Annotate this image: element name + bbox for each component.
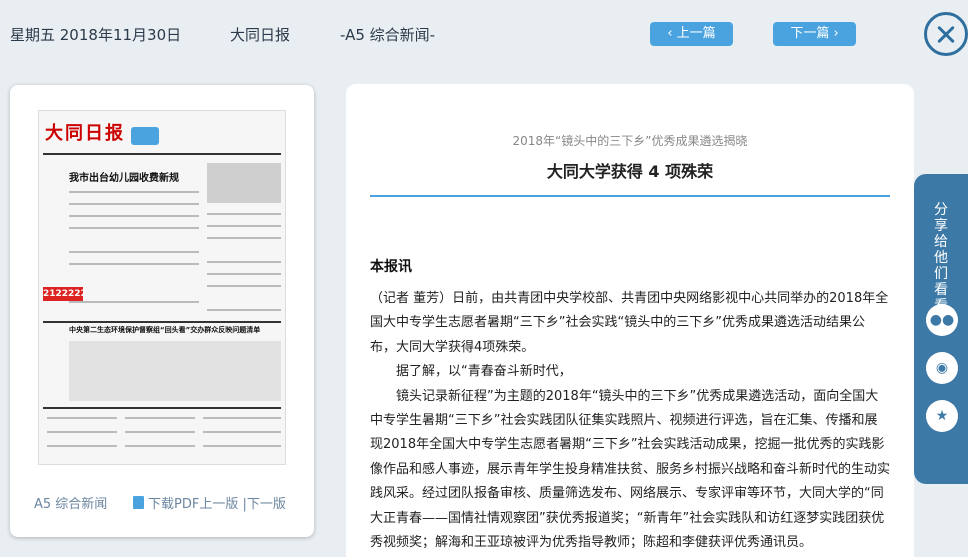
text-line <box>203 445 281 447</box>
text-line <box>47 445 117 447</box>
text-line <box>207 285 281 287</box>
text-line <box>207 213 281 215</box>
photo-placeholder <box>207 163 281 203</box>
pdf-file-icon <box>133 496 144 509</box>
newspaper-name: 大同日报 <box>230 26 291 44</box>
text-line <box>69 215 199 217</box>
text-line <box>207 273 281 275</box>
paragraph: 据了解，以“青春奋斗新时代， <box>396 364 572 380</box>
text-line <box>125 431 195 433</box>
article-body: （记者 董芳）日前，由共青团中央学校部、共青团中央网络影视中心共同举办的2018… <box>370 287 890 555</box>
section-tag <box>131 127 159 145</box>
current-section-label: A5 综合新闻 <box>34 497 108 512</box>
text-line <box>125 417 195 419</box>
table-placeholder <box>69 341 281 401</box>
thumb-headline-1: 我市出台幼儿园收费新规 <box>69 173 179 184</box>
paragraph: 镜头记录新征程”为主题的2018年“镜头中的三下乡”优秀成果遴选活动，面向全国大… <box>370 388 891 551</box>
weibo-icon[interactable]: ◉ <box>926 352 958 384</box>
close-button[interactable] <box>924 12 968 56</box>
issue-date: 星期五 2018年11月30日 <box>10 26 182 44</box>
text-line <box>69 191 199 193</box>
page-thumbnail-card: 大同日报 我市出台幼儿园收费新规 2122222 中央第二生态环境保护督察组“回… <box>10 85 314 537</box>
text-line <box>207 309 281 311</box>
thumb-headline-2: 中央第二生态环境保护督察组“回头看”交办群众反映问题清单 <box>69 326 261 334</box>
paragraph: （记者 董芳）日前，由共青团中央学校部、共青团中央网络影视中心共同举办的2018… <box>370 291 889 355</box>
text-line <box>69 263 199 265</box>
wechat-icon[interactable]: ●● <box>926 304 958 336</box>
newspaper-page-thumbnail[interactable]: 大同日报 我市出台幼儿园收费新规 2122222 中央第二生态环境保护督察组“回… <box>38 110 286 465</box>
text-line <box>203 431 281 433</box>
divider <box>43 407 281 409</box>
text-line <box>69 301 199 303</box>
thumb-badge: 2122222 <box>43 287 87 301</box>
share-sidebar: 分享给他们看看 ●● ◉ ★ <box>914 174 968 484</box>
prev-article-label: 上一篇 <box>676 26 716 41</box>
article-title: 大同大学获得 4 项殊荣 <box>546 162 714 181</box>
text-line <box>207 261 281 263</box>
text-line <box>125 445 195 447</box>
text-line <box>69 251 199 253</box>
page-section: -A5 综合新闻- <box>340 26 436 44</box>
next-article-label: 下一篇 <box>790 26 830 41</box>
newspaper-masthead: 大同日报 <box>45 123 125 144</box>
divider <box>43 321 281 323</box>
next-page-link[interactable]: 下一版 <box>247 497 286 512</box>
share-label: 分享给他们看看 <box>934 202 948 314</box>
text-line <box>207 237 281 239</box>
prev-article-button[interactable]: ‹ 上一篇 <box>650 22 733 46</box>
title-divider <box>370 195 890 197</box>
qzone-icon[interactable]: ★ <box>926 400 958 432</box>
download-pdf-link[interactable]: 下载PDF <box>148 497 199 512</box>
next-article-button[interactable]: 下一篇 › <box>773 22 856 46</box>
text-line <box>69 203 199 205</box>
page-link-group: 下载PDF上一版 |下一版 <box>133 493 286 512</box>
text-line <box>47 417 117 419</box>
article-lead: 本报讯 <box>370 259 412 275</box>
chevron-left-icon: ‹ <box>667 26 673 41</box>
prev-page-link[interactable]: 上一版 <box>199 497 238 512</box>
text-line <box>207 225 281 227</box>
article-panel: 2018年“镜头中的三下乡”优秀成果遴选揭晓 大同大学获得 4 项殊荣 本报讯 … <box>346 84 914 557</box>
top-bar: 星期五 2018年11月30日 大同日报 -A5 综合新闻- ‹ 上一篇 下一篇… <box>0 0 968 70</box>
text-line <box>69 227 199 229</box>
chevron-right-icon: › <box>833 26 839 41</box>
text-line <box>203 417 281 419</box>
article-subtitle: 2018年“镜头中的三下乡”优秀成果遴选揭晓 <box>512 134 748 148</box>
divider <box>43 153 281 155</box>
text-line <box>47 431 117 433</box>
